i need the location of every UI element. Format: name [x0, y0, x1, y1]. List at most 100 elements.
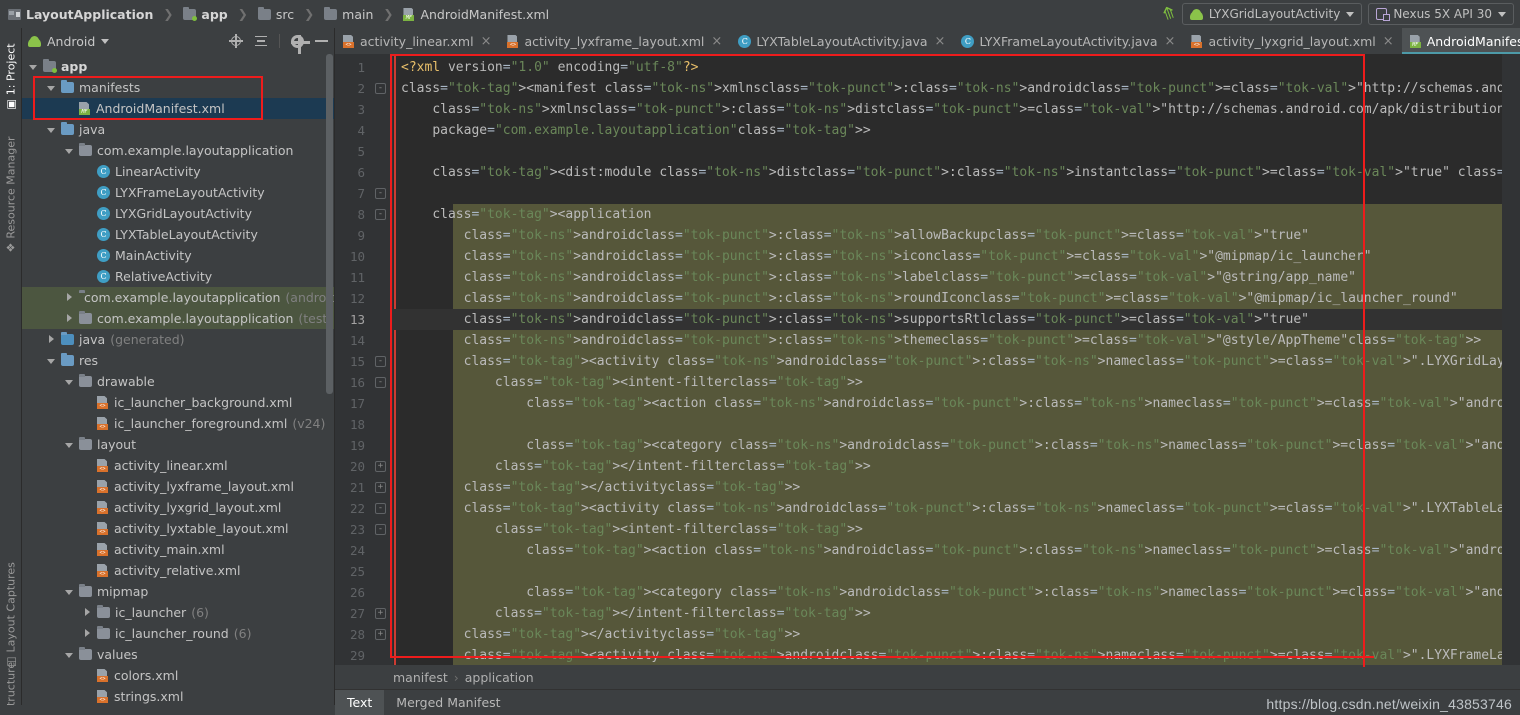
chevron-right-icon[interactable]	[82, 628, 92, 639]
tree-item-drawable[interactable]: drawable	[22, 371, 334, 392]
chevron-right-icon[interactable]	[64, 313, 74, 324]
tree-vertical-scrollbar[interactable]	[326, 54, 333, 394]
code-line-14[interactable]: class="tok-ns">androidclass="tok-punct">…	[393, 330, 1502, 351]
editor-tab-activity-linear-xml[interactable]: activity_linear.xml ×	[335, 28, 499, 54]
close-icon[interactable]: ×	[711, 34, 722, 49]
chevron-down-icon[interactable]	[64, 377, 74, 387]
fold-toggle-icon[interactable]: +	[375, 461, 386, 472]
fold-toggle-icon[interactable]: +	[375, 608, 386, 619]
back-arrow-icon[interactable]: ⤊	[1158, 2, 1178, 26]
tree-item-ic-launcher-background-xml[interactable]: ic_launcher_background.xml	[22, 392, 334, 413]
editor-breadcrumb-item-application[interactable]: application	[465, 670, 534, 685]
tab-text[interactable]: Text	[335, 690, 385, 715]
fold-toggle-icon[interactable]: -	[375, 188, 386, 199]
fold-toggle-icon[interactable]: -	[375, 356, 386, 367]
run-configuration-selector[interactable]: LYXGridLayoutActivity	[1181, 3, 1363, 25]
breadcrumb-item-0[interactable]: LayoutApplication	[26, 7, 153, 22]
tree-item-com-example-layoutapplication[interactable]: com.example.layoutapplication (test)	[22, 308, 334, 329]
editor-right-gutter[interactable]	[1502, 54, 1520, 665]
tree-item-strings-xml[interactable]: strings.xml	[22, 686, 334, 707]
chevron-right-icon[interactable]	[82, 607, 92, 618]
code-line-27[interactable]: class="tok-tag"></intent-filterclass="to…	[393, 603, 1502, 624]
tree-item-manifests[interactable]: manifests	[22, 77, 334, 98]
code-line-5[interactable]	[393, 141, 1502, 162]
editor-tab-lyxtablelayoutactivity-java[interactable]: C LYXTableLayoutActivity.java ×	[730, 28, 953, 54]
editor-tab-activity-lyxgrid-layout-xml[interactable]: activity_lyxgrid_layout.xml ×	[1183, 28, 1401, 54]
tree-item-mainactivity[interactable]: C MainActivity	[22, 245, 334, 266]
code-line-15[interactable]: class="tok-tag"><activity class="tok-ns"…	[393, 351, 1502, 372]
code-text-area[interactable]: <?xml version="1.0" encoding="utf-8"?> cl…	[393, 54, 1502, 665]
fold-toggle-icon[interactable]: -	[375, 83, 386, 94]
project-tree[interactable]: app manifests AndroidManifest.xml java com.e…	[22, 54, 334, 715]
editor-breadcrumb-item-manifest[interactable]: manifest	[393, 670, 448, 685]
chevron-down-icon[interactable]	[46, 125, 56, 135]
code-line-23[interactable]: class="tok-tag"><intent-filterclass="tok…	[393, 519, 1502, 540]
code-line-28[interactable]: class="tok-tag"></activityclass="tok-tag…	[393, 624, 1502, 645]
chevron-down-icon[interactable]	[46, 83, 56, 93]
chevron-down-icon[interactable]	[64, 440, 74, 450]
tree-item-ic-launcher[interactable]: ic_launcher (6)	[22, 602, 334, 623]
code-line-24[interactable]: class="tok-tag"><action class="tok-ns">a…	[393, 540, 1502, 561]
code-line-6[interactable]: class="tok-tag"><dist:module class="tok-…	[393, 162, 1502, 183]
code-lines[interactable]: <?xml version="1.0" encoding="utf-8"?> cl…	[393, 54, 1502, 665]
fold-toggle-icon[interactable]: -	[375, 503, 386, 514]
chevron-down-icon[interactable]	[64, 146, 74, 156]
close-icon[interactable]: ×	[1165, 34, 1176, 49]
fold-toggle-icon[interactable]: +	[375, 629, 386, 640]
chevron-down-icon[interactable]	[28, 62, 38, 72]
editor-tab-lyxframelayoutactivity-java[interactable]: C LYXFrameLayoutActivity.java ×	[953, 28, 1183, 54]
code-line-21[interactable]: class="tok-tag"></activityclass="tok-tag…	[393, 477, 1502, 498]
tree-item-activity-lyxframe-layout-xml[interactable]: activity_lyxframe_layout.xml	[22, 476, 334, 497]
tree-item-mipmap[interactable]: mipmap	[22, 581, 334, 602]
locate-icon[interactable]	[229, 34, 243, 48]
code-folding-gutter[interactable]: - - - - - + + - - + +	[371, 54, 393, 665]
chevron-right-icon[interactable]	[64, 292, 74, 303]
chevron-down-icon[interactable]	[64, 587, 74, 597]
chevron-down-icon[interactable]	[64, 650, 74, 660]
collapse-all-icon[interactable]	[254, 34, 268, 48]
tree-item-colors-xml[interactable]: colors.xml	[22, 665, 334, 686]
code-line-4[interactable]: package="com.example.layoutapplication"c…	[393, 120, 1502, 141]
editor-tab-androidmanifest-xml[interactable]: AndroidManifest.xml×	[1401, 28, 1520, 54]
code-line-18[interactable]	[393, 414, 1502, 435]
code-line-16[interactable]: class="tok-tag"><intent-filterclass="tok…	[393, 372, 1502, 393]
code-line-3[interactable]: class="tok-ns">xmlnsclass="tok-punct">:c…	[393, 99, 1502, 120]
chevron-down-icon[interactable]	[101, 38, 110, 44]
sidebar-item-project[interactable]: ▣ 1: Project	[4, 43, 17, 109]
code-line-11[interactable]: class="tok-ns">androidclass="tok-punct">…	[393, 267, 1502, 288]
tree-item-activity-lyxtable-layout-xml[interactable]: activity_lyxtable_layout.xml	[22, 518, 334, 539]
sidebar-item-layout-captures[interactable]: ◫ Layout Captures	[4, 562, 17, 667]
code-line-25[interactable]	[393, 561, 1502, 582]
tree-item-lyxgridlayoutactivity[interactable]: C LYXGridLayoutActivity	[22, 203, 334, 224]
tree-item-java[interactable]: java (generated)	[22, 329, 334, 350]
chevron-down-icon[interactable]	[46, 356, 56, 366]
tree-item-lyxframelayoutactivity[interactable]: C LYXFrameLayoutActivity	[22, 182, 334, 203]
code-line-29[interactable]: class="tok-tag"><activity class="tok-ns"…	[393, 645, 1502, 665]
tree-item-activity-linear-xml[interactable]: activity_linear.xml	[22, 455, 334, 476]
code-line-26[interactable]: class="tok-tag"><category class="tok-ns"…	[393, 582, 1502, 603]
code-line-7[interactable]	[393, 183, 1502, 204]
tree-item-activity-relative-xml[interactable]: activity_relative.xml	[22, 560, 334, 581]
breadcrumb-item-4[interactable]: AndroidManifest.xml	[420, 7, 549, 22]
code-line-10[interactable]: class="tok-ns">androidclass="tok-punct">…	[393, 246, 1502, 267]
code-line-22[interactable]: class="tok-tag"><activity class="tok-ns"…	[393, 498, 1502, 519]
breadcrumb-item-2[interactable]: src	[276, 7, 294, 22]
tree-item-layout[interactable]: layout	[22, 434, 334, 455]
code-line-19[interactable]: class="tok-tag"><category class="tok-ns"…	[393, 435, 1502, 456]
code-line-20[interactable]: class="tok-tag"></intent-filterclass="to…	[393, 456, 1502, 477]
tree-item-java[interactable]: java	[22, 119, 334, 140]
tree-item-res[interactable]: res	[22, 350, 334, 371]
sidebar-item-resource-manager[interactable]: ❖ Resource Manager	[4, 136, 17, 252]
code-line-17[interactable]: class="tok-tag"><action class="tok-ns">a…	[393, 393, 1502, 414]
tree-item-activity-main-xml[interactable]: activity_main.xml	[22, 539, 334, 560]
fold-toggle-icon[interactable]: -	[375, 377, 386, 388]
tree-item-relativeactivity[interactable]: C RelativeActivity	[22, 266, 334, 287]
code-line-2[interactable]: class="tok-tag"><manifest class="tok-ns"…	[393, 78, 1502, 99]
tree-item-ic-launcher-round[interactable]: ic_launcher_round (6)	[22, 623, 334, 644]
device-selector[interactable]: Nexus 5X API 30	[1368, 3, 1514, 25]
gear-icon[interactable]	[291, 34, 310, 54]
minimize-icon[interactable]	[315, 40, 328, 42]
close-icon[interactable]: ×	[481, 34, 492, 49]
fold-toggle-icon[interactable]: -	[375, 524, 386, 535]
breadcrumb-item-1[interactable]: app	[201, 7, 227, 22]
